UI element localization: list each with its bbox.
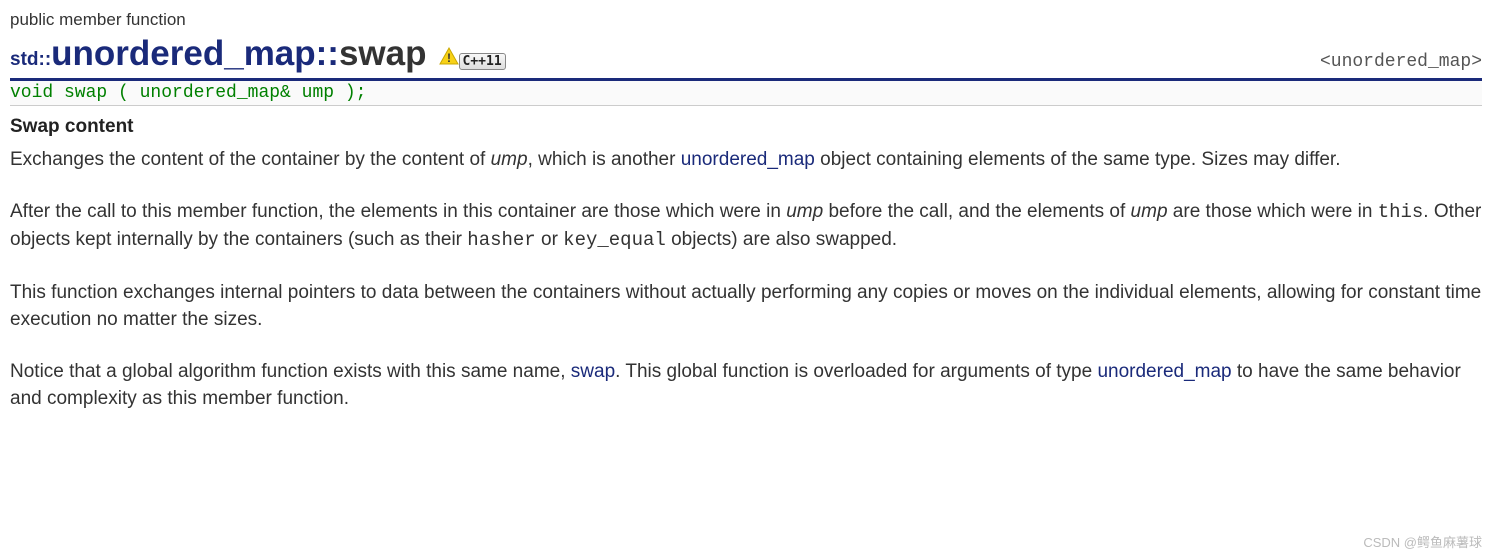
text: Exchanges the content of the container b…: [10, 149, 491, 170]
text: Notice that a global algorithm function …: [10, 361, 571, 382]
text: objects) are also swapped.: [666, 229, 897, 250]
paragraph-4: Notice that a global algorithm function …: [10, 358, 1482, 413]
header-include: <unordered_map>: [1320, 52, 1482, 76]
text: object containing elements of the same t…: [815, 149, 1341, 170]
unordered-map-link[interactable]: unordered_map: [681, 149, 815, 170]
svg-text:!: !: [447, 51, 451, 65]
text: This function exchanges internal pointer…: [10, 282, 1481, 331]
class-link[interactable]: unordered_map: [51, 34, 316, 74]
text: or: [536, 229, 563, 250]
unordered-map-link[interactable]: unordered_map: [1097, 361, 1231, 382]
warning-icon: !: [439, 47, 459, 68]
text: After the call to this member function, …: [10, 201, 786, 222]
namespace-link[interactable]: std::: [10, 49, 51, 71]
text: , which is another: [528, 149, 681, 170]
page-title: std::unordered_map::swap ! C++11: [10, 34, 506, 76]
code-hasher: hasher: [467, 229, 535, 251]
param-ump: ump: [491, 149, 528, 170]
param-ump: ump: [1131, 201, 1168, 222]
section-heading: Swap content: [10, 116, 1482, 138]
text: . This global function is overloaded for…: [615, 361, 1097, 382]
code-this: this: [1378, 201, 1424, 223]
cpp11-badge: C++11: [459, 53, 506, 70]
param-ump: ump: [786, 201, 823, 222]
swap-link[interactable]: swap: [571, 361, 615, 382]
member-name: swap: [339, 34, 427, 74]
paragraph-2: After the call to this member function, …: [10, 198, 1482, 255]
function-signature: void swap ( unordered_map& ump );: [10, 81, 1482, 106]
paragraph-3: This function exchanges internal pointer…: [10, 279, 1482, 334]
paragraph-1: Exchanges the content of the container b…: [10, 146, 1482, 174]
text: are those which were in: [1168, 201, 1378, 222]
title-separator: ::: [316, 34, 339, 74]
text: before the call, and the elements of: [823, 201, 1130, 222]
code-key-equal: key_equal: [563, 229, 666, 251]
watermark: CSDN @鳄鱼麻薯球: [1363, 532, 1482, 551]
category-label: public member function: [10, 10, 1482, 30]
page-header-row: std::unordered_map::swap ! C++11 <unorde…: [10, 34, 1482, 81]
